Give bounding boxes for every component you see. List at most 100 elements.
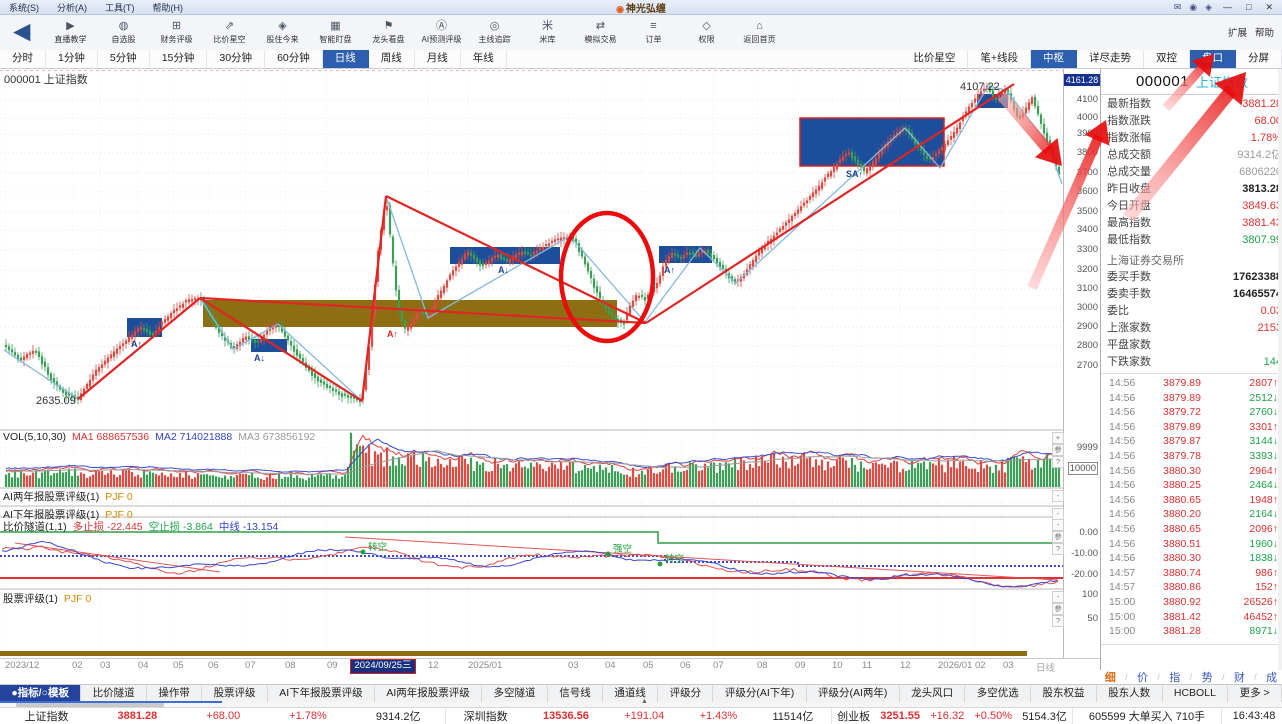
- quote-row: 最低指数3807.99: [1101, 232, 1282, 249]
- view-tab-比价星空[interactable]: 比价星空: [901, 50, 968, 68]
- tool-龙头看盘[interactable]: ⚑龙头看盘: [362, 19, 415, 45]
- menu-item-0[interactable]: 系统(S): [0, 3, 48, 13]
- quote-tab-指[interactable]: 指: [1169, 669, 1180, 685]
- tool-label: 米库: [522, 33, 572, 44]
- panel-button-+[interactable]: +: [1052, 432, 1064, 444]
- tick-time: 14:56: [1109, 376, 1135, 391]
- panel-button--[interactable]: -: [1052, 519, 1064, 531]
- indicator-tab-更多 >[interactable]: 更多 >: [1228, 685, 1282, 702]
- view-tab-盘口[interactable]: 盘口: [1190, 50, 1236, 68]
- tool-主线追踪[interactable]: ◎主线追踪: [468, 19, 521, 45]
- indicator-tab-股票评级[interactable]: 股票评级: [202, 685, 268, 702]
- view-tab-笔+线段[interactable]: 笔+线段: [968, 50, 1031, 68]
- user-icon[interactable]: ◉: [1189, 2, 1197, 13]
- tool-米库[interactable]: 米米库: [521, 19, 574, 45]
- indicator-tab-信号线[interactable]: 信号线: [548, 685, 603, 702]
- indicator-tab-HCBOLL[interactable]: HCBOLL: [1163, 685, 1229, 702]
- indicator-tab-多空优选[interactable]: 多空优选: [965, 685, 1031, 702]
- view-tab-双控[interactable]: 双控: [1144, 50, 1190, 68]
- maximize-button[interactable]: □: [1243, 2, 1254, 12]
- tool-直播教学[interactable]: ▶直播教学: [44, 19, 97, 45]
- tool-模拟交易[interactable]: ⇄模拟交易: [574, 19, 627, 45]
- quote-tab-价[interactable]: 价: [1137, 669, 1148, 685]
- tool-自选股[interactable]: ◍自选股: [97, 19, 150, 45]
- ai2-panel-header: AI两年报股票评级(1)PJF 0: [3, 489, 139, 504]
- menu-item-2[interactable]: 工具(T): [96, 3, 144, 13]
- mail-icon[interactable]: ✉: [1174, 2, 1182, 13]
- tick-volume: 3393↓: [1249, 449, 1278, 464]
- period-tab-年线[interactable]: 年线: [461, 50, 507, 68]
- tool-智能盯盘[interactable]: ▦智能盯盘: [309, 19, 362, 45]
- indicator-tab-AI两年报股票评级[interactable]: AI两年报股票评级: [375, 685, 482, 702]
- tool-label: 智能盯盘: [310, 33, 360, 44]
- indicator-tab-比价隧道[interactable]: 比价隧道: [81, 685, 147, 702]
- period-tab-日线[interactable]: 日线: [323, 50, 369, 68]
- period-tab-分时[interactable]: 分时: [0, 50, 46, 68]
- tool-股住今来[interactable]: ◈股住今来: [256, 19, 309, 45]
- x-label: 05: [643, 660, 654, 671]
- indicator-tab-股东权益[interactable]: 股东权益: [1031, 685, 1097, 702]
- panel-button-参[interactable]: 参: [1052, 444, 1064, 456]
- quote-row: 最新指数3881.28: [1101, 96, 1282, 113]
- panel-button-?[interactable]: ?: [1052, 615, 1064, 627]
- indicator-tab-操作带[interactable]: 操作带: [147, 685, 202, 702]
- indicator-tab-股东人数[interactable]: 股东人数: [1097, 685, 1163, 702]
- y-tick: 3200: [1077, 264, 1098, 275]
- tool-比价星空[interactable]: ⇗比价星空: [203, 19, 256, 45]
- panel-button-参[interactable]: 参: [1052, 531, 1064, 543]
- theme-icon[interactable]: ◈: [1205, 2, 1212, 13]
- menu-item-3[interactable]: 帮助(H): [144, 3, 193, 13]
- tick-price: 3881.28: [1163, 624, 1201, 639]
- scroll-up-arrow-icon[interactable]: ▲: [641, 698, 648, 705]
- menu-item-1[interactable]: 分析(A): [48, 3, 96, 13]
- view-tab-详尽走势[interactable]: 详尽走势: [1077, 50, 1144, 68]
- panel-button--[interactable]: -: [1052, 490, 1064, 502]
- indicator-tab-通道线[interactable]: 通道线: [603, 685, 658, 702]
- indicator-tab-评级分(AI下年)[interactable]: 评级分(AI下年): [713, 685, 806, 702]
- tool-订单[interactable]: ≡订单: [627, 19, 680, 45]
- back-button[interactable]: ◀: [0, 17, 44, 47]
- period-tab-15分钟[interactable]: 15分钟: [150, 50, 208, 68]
- indicator-tab-评级分[interactable]: 评级分: [658, 685, 713, 702]
- quote-tab-势[interactable]: 势: [1202, 669, 1213, 685]
- period-tab-5分钟[interactable]: 5分钟: [98, 50, 150, 68]
- tool-返回首页[interactable]: ⌂返回首页: [733, 19, 786, 45]
- quote-tab-细[interactable]: 细: [1105, 669, 1116, 685]
- quote-row-label: 昨日收盘: [1107, 181, 1151, 198]
- tool-财务评级[interactable]: ⊞财务评级: [150, 19, 203, 45]
- indicator-tab-多空隧道[interactable]: 多空隧道: [482, 685, 548, 702]
- indicator-tab-龙头风口[interactable]: 龙头风口: [900, 685, 966, 702]
- period-tab-30分钟[interactable]: 30分钟: [207, 50, 265, 68]
- indicator-tab-●指标/○模板[interactable]: ●指标/○模板: [0, 685, 81, 702]
- tool-权限[interactable]: ◇权限: [680, 19, 733, 45]
- candlestick-chart[interactable]: A↑A↓A↓A↑SA↑A↑2635.094107.22转空强空转空: [0, 68, 1063, 658]
- indicator-tab-AI下年报股票评级[interactable]: AI下年报股票评级: [268, 685, 375, 702]
- toolbar-link-扩展[interactable]: 扩展: [1228, 25, 1247, 39]
- quote-scrollbar[interactable]: [1278, 68, 1282, 672]
- period-tab-月线[interactable]: 月线: [415, 50, 461, 68]
- indicator-tab-评级分(AI两年)[interactable]: 评级分(AI两年): [807, 685, 900, 702]
- status-item: +191.04: [622, 710, 666, 722]
- x-label: 03: [568, 660, 579, 671]
- period-tab-60分钟[interactable]: 60分钟: [265, 50, 323, 68]
- view-tab-分屏[interactable]: 分屏: [1236, 50, 1282, 68]
- tick-volume: 2807↑: [1249, 376, 1278, 391]
- view-tab-中枢[interactable]: 中枢: [1031, 50, 1077, 68]
- period-tab-1分钟[interactable]: 1分钟: [46, 50, 98, 68]
- status-item: 3881.28: [116, 710, 160, 722]
- tick-time: 14:56: [1109, 478, 1135, 493]
- close-button[interactable]: ✕: [1262, 2, 1276, 13]
- period-tab-周线[interactable]: 周线: [369, 50, 415, 68]
- panel-button-?[interactable]: ?: [1052, 543, 1064, 555]
- toolbar-link-帮助[interactable]: 帮助: [1255, 25, 1274, 39]
- quote-tab-成[interactable]: 成: [1266, 669, 1277, 685]
- tick-price: 3879.72: [1163, 405, 1201, 420]
- panel-button-参[interactable]: 参: [1052, 603, 1064, 615]
- minimize-button[interactable]: —: [1220, 2, 1235, 12]
- tool-AI预测评级[interactable]: ⒶAI预测评级: [415, 19, 468, 45]
- panel-button-?[interactable]: ?: [1052, 456, 1064, 468]
- svg-text:SA↑: SA↑: [846, 169, 863, 179]
- quote-tab-财[interactable]: 财: [1234, 669, 1245, 685]
- main-chart-canvas[interactable]: A↑A↓A↓A↑SA↑A↑2635.094107.22转空强空转空 000001…: [0, 68, 1063, 658]
- panel-button--[interactable]: -: [1052, 591, 1064, 603]
